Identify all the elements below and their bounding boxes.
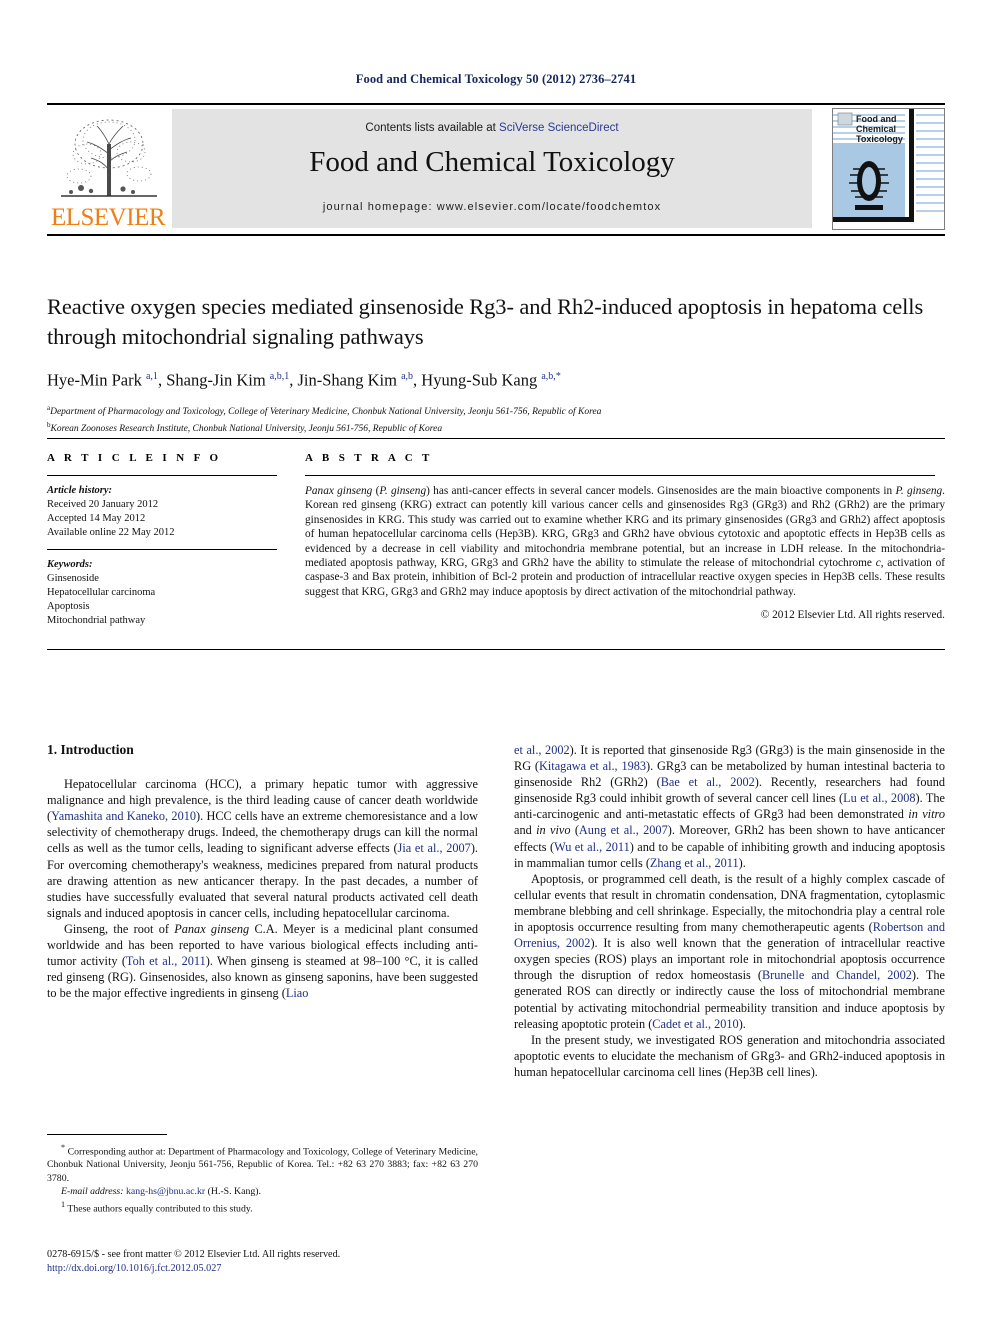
history-received: Received 20 January 2012	[47, 499, 159, 510]
intro-paragraph: et al., 2002). It is reported that ginse…	[514, 743, 946, 870]
journal-masthead: ELSEVIER Contents lists available at Sci…	[47, 103, 945, 236]
elsevier-tree-icon	[57, 110, 161, 202]
article-history-label: Article history:	[47, 485, 113, 496]
sciencedirect-link[interactable]: SciVerse ScienceDirect	[499, 122, 619, 134]
article-info-heading: A R T I C L E I N F O	[47, 452, 222, 464]
doi-link[interactable]: http://dx.doi.org/10.1016/j.fct.2012.05.…	[47, 1262, 507, 1276]
journal-cover-thumbnail: Food and Chemical Toxicology	[832, 108, 945, 230]
footnote-rule	[47, 1134, 167, 1135]
section-heading-introduction: 1. Introduction	[47, 742, 134, 757]
body-left-column: 1. Introduction Hepatocellular carcinoma…	[47, 742, 478, 1080]
svg-text:Chemical: Chemical	[856, 124, 896, 134]
article-info-column: A R T I C L E I N F O Article history: R…	[47, 439, 305, 637]
masthead-top-rule	[47, 103, 945, 105]
affiliation-a-text: Department of Pharmacology and Toxicolog…	[50, 406, 602, 417]
body-right-column: et al., 2002). It is reported that ginse…	[514, 742, 945, 1080]
affiliation-list: aDepartment of Pharmacology and Toxicolo…	[47, 402, 945, 437]
elsevier-wordmark: ELSEVIER	[50, 204, 166, 231]
footnote-block: * Corresponding author at: Department of…	[47, 1134, 478, 1216]
body-columns: 1. Introduction Hepatocellular carcinoma…	[47, 742, 945, 1080]
history-available: Available online 22 May 2012	[47, 527, 175, 538]
issn-line: 0278-6915/$ - see front matter © 2012 El…	[47, 1249, 341, 1260]
imprint-block: 0278-6915/$ - see front matter © 2012 El…	[47, 1248, 507, 1276]
author-list: Hye-Min Park a,1, Shang-Jin Kim a,b,1, J…	[47, 370, 561, 390]
abstract-rule	[305, 475, 935, 476]
svg-text:Toxicology: Toxicology	[856, 134, 903, 144]
article-history-group: Article history: Received 20 January 201…	[47, 484, 277, 540]
elsevier-logo: ELSEVIER	[49, 108, 167, 232]
abstract-copyright: © 2012 Elsevier Ltd. All rights reserved…	[760, 609, 945, 622]
abstract-heading: A B S T R A C T	[305, 452, 433, 464]
masthead-panel: Contents lists available at SciVerse Sci…	[172, 109, 812, 228]
journal-title: Food and Chemical Toxicology	[309, 146, 675, 178]
intro-paragraph: Apoptosis, or programmed cell death, is …	[514, 871, 945, 1031]
corresponding-author-note: * Corresponding author at: Department of…	[47, 1143, 478, 1184]
affiliation-a: aDepartment of Pharmacology and Toxicolo…	[47, 402, 945, 420]
affiliation-b-text: Korean Zoonoses Research Institute, Chon…	[50, 424, 443, 435]
equal-contribution-note: 1 These authors equally contributed to t…	[61, 1200, 253, 1215]
history-accepted: Accepted 14 May 2012	[47, 513, 146, 524]
abstract-body: Panax ginseng (P. ginseng) has anti-canc…	[305, 485, 945, 598]
page-title: Reactive oxygen species mediated ginseno…	[47, 294, 924, 349]
contents-available-line: Contents lists available at SciVerse Sci…	[172, 122, 812, 134]
keyword-item: Ginsenoside	[47, 573, 99, 584]
masthead-bottom-rule	[47, 234, 945, 236]
running-head: Food and Chemical Toxicology 50 (2012) 2…	[355, 72, 637, 86]
keyword-item: Apoptosis	[47, 601, 90, 612]
title-block: Reactive oxygen species mediated ginseno…	[47, 292, 945, 437]
contents-prefix: Contents lists available at	[365, 122, 500, 134]
keyword-item: Mitochondrial pathway	[47, 615, 146, 626]
paper-page: Food and Chemical Toxicology 50 (2012) 2…	[0, 0, 992, 1323]
keywords-rule	[47, 549, 277, 550]
keyword-item: Hepatocellular carcinoma	[47, 587, 156, 598]
keywords-group: Keywords: Ginsenoside Hepatocellular car…	[47, 558, 277, 628]
info-abstract-bottom-rule	[47, 649, 945, 650]
article-info-rule	[47, 475, 277, 476]
intro-paragraph: Ginseng, the root of Panax ginseng C.A. …	[47, 921, 479, 1001]
email-note: E-mail address: kang-hs@jbnu.ac.kr (H.-S…	[61, 1185, 261, 1197]
affiliation-b: bKorean Zoonoses Research Institute, Cho…	[47, 419, 945, 437]
intro-paragraph: Hepatocellular carcinoma (HCC), a primar…	[47, 777, 478, 920]
svg-text:Food and: Food and	[856, 114, 897, 124]
keywords-label: Keywords:	[47, 559, 93, 570]
abstract-column: A B S T R A C T Panax ginseng (P. ginsen…	[305, 439, 945, 637]
info-abstract-section: A R T I C L E I N F O Article history: R…	[47, 438, 945, 650]
intro-paragraph: In the present study, we investigated RO…	[514, 1032, 945, 1079]
journal-homepage-link[interactable]: journal homepage: www.elsevier.com/locat…	[172, 201, 812, 213]
